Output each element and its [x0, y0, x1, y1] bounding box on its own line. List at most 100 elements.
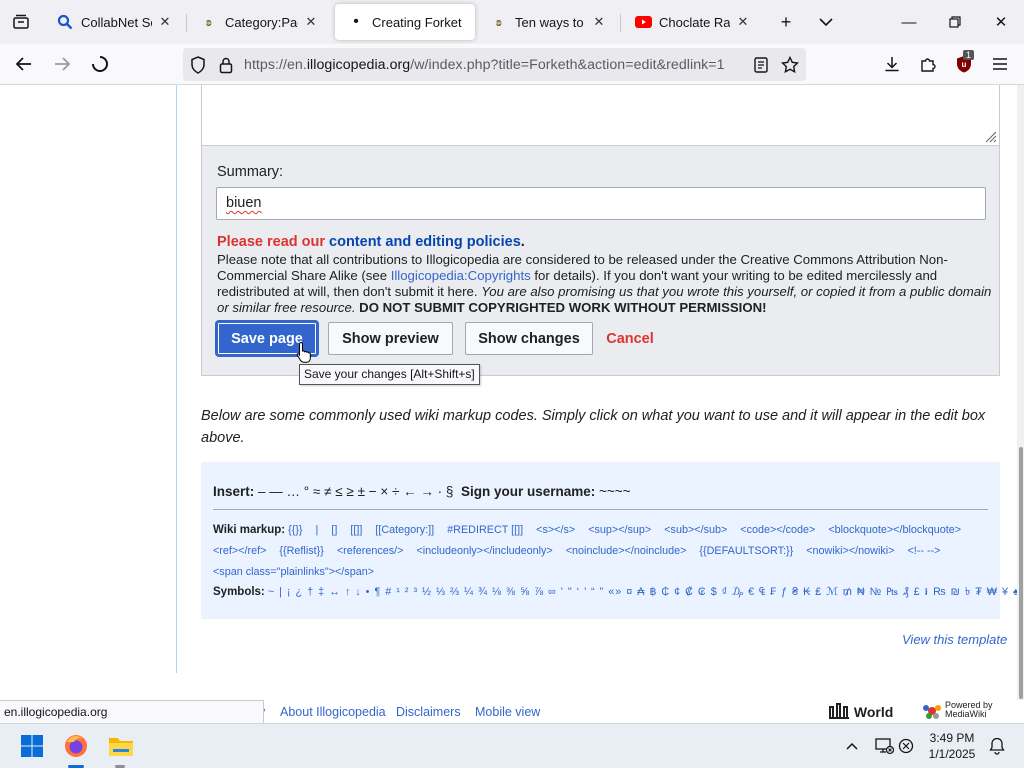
cancel-link[interactable]: Cancel: [600, 322, 660, 355]
notifications-button[interactable]: [984, 730, 1010, 762]
markup-insert-link[interactable]: <sup></sup>: [588, 524, 651, 536]
tab-creating-forketh[interactable]: • Creating Forket: [335, 4, 475, 40]
close-icon[interactable]: ✕: [304, 14, 318, 30]
markup-insert-link[interactable]: <includeonly></includeonly>: [416, 545, 552, 557]
address-bar[interactable]: https://en.illogicopedia.org/w/index.php…: [183, 48, 806, 81]
markup-insert-link[interactable]: #REDIRECT [[]]: [447, 524, 523, 536]
tab-title: Choclate Rain 2: [659, 14, 730, 30]
markup-insert-link[interactable]: <!-- -->: [907, 545, 940, 557]
markup-insert-link[interactable]: {{}}: [288, 524, 302, 536]
bookmark-star-icon[interactable]: [779, 54, 801, 76]
menu-button[interactable]: [984, 48, 1016, 80]
close-window-button[interactable]: ✕: [978, 0, 1024, 44]
tab-ten-ways[interactable]: ʚ Ten ways to kill ✕: [478, 4, 618, 40]
extension-badge: 1: [963, 50, 975, 60]
windows-taskbar: 3:49 PM 1/1/2025: [0, 723, 1024, 768]
back-button[interactable]: [8, 48, 40, 80]
folder-icon: [109, 738, 133, 756]
restore-button[interactable]: [932, 0, 978, 44]
lock-icon[interactable]: [215, 54, 237, 76]
license-notice: Please note that all contributions to Il…: [217, 252, 992, 315]
tab-title: Category:Pages: [225, 14, 298, 30]
tab-category-pages[interactable]: ʚ Category:Pages ✕: [188, 4, 330, 40]
illogicopedia-icon: ʚ: [206, 14, 212, 29]
tab-title: Ten ways to kill: [515, 14, 586, 30]
tab-collabnet[interactable]: CollabNet Sear ✕: [44, 4, 184, 40]
summary-input[interactable]: biuen: [216, 187, 986, 220]
markup-insert-link[interactable]: <s></s>: [536, 524, 575, 536]
page-content: Summary: biuen Please read our content a…: [0, 85, 1024, 700]
tab-title: CollabNet Sear: [81, 14, 152, 30]
copyrights-link[interactable]: Illogicopedia:Copyrights: [391, 268, 531, 283]
stop-loading-button[interactable]: [84, 48, 116, 80]
extensions-button[interactable]: [912, 48, 944, 80]
minimize-button[interactable]: —: [886, 0, 932, 44]
loading-spinner-icon: [92, 56, 108, 72]
footer-link-disclaimers[interactable]: Disclaimers: [396, 705, 461, 719]
markup-insert-link[interactable]: [[Category:]]: [375, 524, 434, 536]
puzzle-icon: [921, 58, 936, 72]
tab-separator: [186, 14, 187, 32]
resize-grip-icon[interactable]: [984, 130, 997, 143]
start-button[interactable]: [15, 730, 49, 762]
url-text[interactable]: https://en.illogicopedia.org/w/index.php…: [244, 57, 725, 73]
tab-strip: CollabNet Sear ✕ ʚ Category:Pages ✕ • Cr…: [0, 0, 1024, 44]
reader-view-icon[interactable]: [750, 54, 772, 76]
scrollbar-thumb[interactable]: [1019, 447, 1023, 699]
markup-insert-link[interactable]: |: [316, 524, 319, 536]
content-border: [176, 85, 177, 673]
markup-insert-link[interactable]: {{Reflist}}: [279, 545, 323, 557]
markup-insert-link[interactable]: <nowiki></nowiki>: [806, 545, 894, 557]
close-icon[interactable]: ✕: [158, 14, 172, 30]
markup-insert-link[interactable]: <span class="plainlinks"></span>: [213, 566, 374, 578]
world-badge[interactable]: World: [828, 703, 893, 720]
footer-link-mobile[interactable]: Mobile view: [475, 705, 540, 719]
markup-insert-link[interactable]: <ref></ref>: [213, 545, 266, 557]
search-icon: [56, 14, 74, 30]
volume-button[interactable]: [892, 730, 922, 762]
forward-button[interactable]: [46, 48, 78, 80]
close-icon[interactable]: ✕: [736, 14, 750, 30]
markup-insert-link[interactable]: <code></code>: [740, 524, 815, 536]
show-changes-button[interactable]: Show changes: [465, 322, 593, 355]
markup-insert-link[interactable]: <references/>: [337, 545, 404, 557]
wiki-markup-row: Wiki markup: {{}} | [] [[]] [[Category:]…: [213, 524, 962, 578]
bell-icon: [989, 737, 1005, 755]
system-clock[interactable]: 3:49 PM 1/1/2025: [920, 730, 984, 762]
markup-insert-link[interactable]: {{DEFAULTSORT:}}: [699, 545, 793, 557]
markup-insert-link[interactable]: <sub></sub>: [664, 524, 727, 536]
taskbar-file-explorer[interactable]: [104, 730, 138, 762]
charinsert-panel: Insert: – — … ° ≈ ≠ ≤ ≥ ± − × ÷ ← → · § …: [201, 462, 1024, 619]
new-tab-button[interactable]: +: [766, 0, 806, 44]
shield-icon[interactable]: [187, 54, 209, 76]
status-bar-url: en.illogicopedia.org: [0, 700, 264, 723]
powered-by-mediawiki-badge[interactable]: Powered by MediaWiki: [921, 701, 993, 721]
tab-list-button[interactable]: [0, 0, 42, 44]
chevron-up-icon: [846, 742, 858, 750]
signature-insert[interactable]: ~~~~: [599, 484, 631, 499]
symbol-chars[interactable]: ~ | ¡ ¿ † ‡ ↔ ↑ ↓ • ¶ # ¹ ² ³ ½ ⅓ ⅔ ¼ ¾ …: [268, 586, 1024, 598]
mouse-pointer-icon: [296, 341, 311, 363]
markup-insert-link[interactable]: []: [331, 524, 337, 536]
close-icon[interactable]: ✕: [592, 14, 606, 30]
edit-textarea[interactable]: [201, 85, 1000, 146]
view-template-link[interactable]: View this template: [902, 632, 1007, 647]
ublock-button[interactable]: u 1: [948, 48, 980, 80]
markup-insert-link[interactable]: <blockquote></blockquote>: [828, 524, 961, 536]
policy-link[interactable]: content and editing policies: [329, 234, 521, 250]
list-all-tabs-button[interactable]: [806, 0, 846, 44]
show-hidden-icons-button[interactable]: [834, 730, 870, 762]
markup-insert-link[interactable]: [[]]: [350, 524, 362, 536]
insert-row: Insert: – — … ° ≈ ≠ ≤ ≥ ± − × ÷ ← → · § …: [213, 484, 631, 499]
downloads-button[interactable]: [876, 48, 908, 80]
taskbar-firefox[interactable]: [59, 730, 93, 762]
close-icon: ✕: [994, 14, 1008, 31]
clock-time: 3:49 PM: [929, 731, 975, 745]
tab-choclate-rain[interactable]: Choclate Rain 2 ✕: [622, 4, 762, 40]
footer-link-about[interactable]: About Illogicopedia: [280, 705, 386, 719]
plus-icon: +: [780, 11, 792, 32]
youtube-icon: [634, 16, 652, 28]
insert-chars[interactable]: – — … ° ≈ ≠ ≤ ≥ ± − × ÷ ← → · §: [258, 484, 453, 499]
show-preview-button[interactable]: Show preview: [328, 322, 453, 355]
markup-insert-link[interactable]: <noinclude></noinclude>: [566, 545, 687, 557]
